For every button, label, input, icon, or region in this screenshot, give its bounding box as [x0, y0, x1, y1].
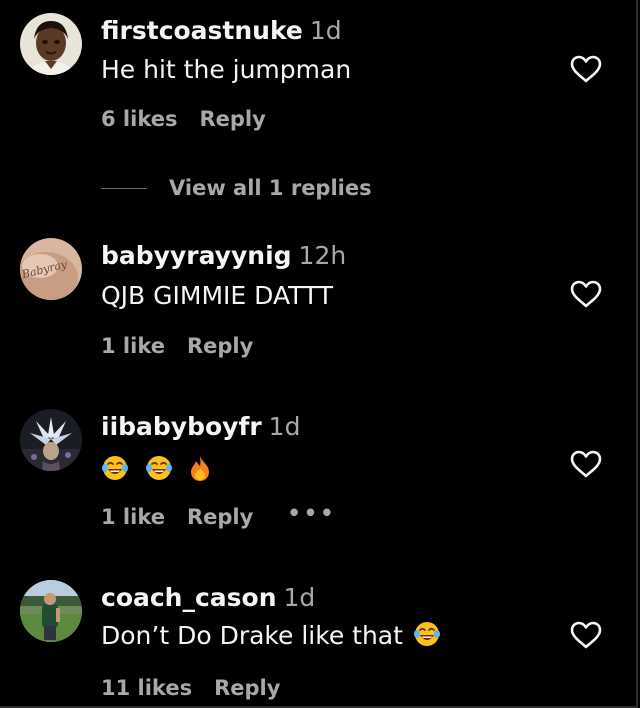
face-with-tears-of-joy-emoji-icon: [413, 622, 440, 646]
avatar[interactable]: Babyray: [20, 238, 82, 300]
timestamp: 12h: [298, 241, 347, 270]
timestamp: 1d: [283, 583, 316, 612]
fire-emoji-icon: [190, 456, 209, 481]
comments-panel: [0, 0, 638, 708]
like-count[interactable]: 6 likes: [101, 106, 177, 132]
like-count[interactable]: 1 like: [101, 333, 165, 359]
like-count[interactable]: 1 like: [101, 504, 165, 530]
face-with-tears-of-joy-emoji-icon: [145, 456, 172, 480]
reply-button[interactable]: Reply: [199, 106, 265, 132]
username[interactable]: iibabyboyfr: [101, 412, 262, 441]
comment-emojis: [101, 452, 211, 482]
reply-button[interactable]: Reply: [187, 333, 253, 359]
avatar[interactable]: [20, 409, 82, 471]
like-count[interactable]: 11 likes: [101, 675, 192, 701]
heart-icon[interactable]: [569, 279, 603, 309]
face-with-tears-of-joy-emoji-icon: [102, 456, 128, 480]
username[interactable]: babyyrayynig: [101, 241, 292, 270]
comment-text-row: Don’t Do Drake like that: [101, 621, 441, 651]
portrait-avatar-icon: [20, 13, 82, 75]
reply-button[interactable]: Reply: [214, 675, 280, 701]
view-replies-link[interactable]: View all 1 replies: [101, 176, 372, 202]
view-replies-label[interactable]: View all 1 replies: [169, 176, 372, 200]
divider: [101, 188, 147, 189]
timestamp: 1d: [309, 16, 342, 45]
avatar[interactable]: [20, 13, 82, 75]
field-avatar-icon: [20, 580, 82, 642]
comment-text: He hit the jumpman: [101, 55, 352, 84]
heart-icon[interactable]: [569, 54, 603, 84]
reply-button[interactable]: Reply: [187, 504, 253, 530]
avatar[interactable]: [20, 580, 82, 642]
more-options-button[interactable]: •••: [287, 500, 336, 526]
heart-icon[interactable]: [569, 620, 603, 650]
comment-text: Don’t Do Drake like that: [101, 621, 403, 650]
handwriting-avatar-icon: Babyray: [20, 238, 82, 300]
timestamp: 1d: [268, 412, 301, 441]
username[interactable]: firstcoastnuke: [101, 16, 303, 45]
username[interactable]: coach_cason: [101, 583, 277, 612]
comment-text: QJB GIMMIE DATTT: [101, 281, 334, 310]
anime-avatar-icon: [20, 409, 82, 471]
heart-icon[interactable]: [569, 449, 603, 479]
